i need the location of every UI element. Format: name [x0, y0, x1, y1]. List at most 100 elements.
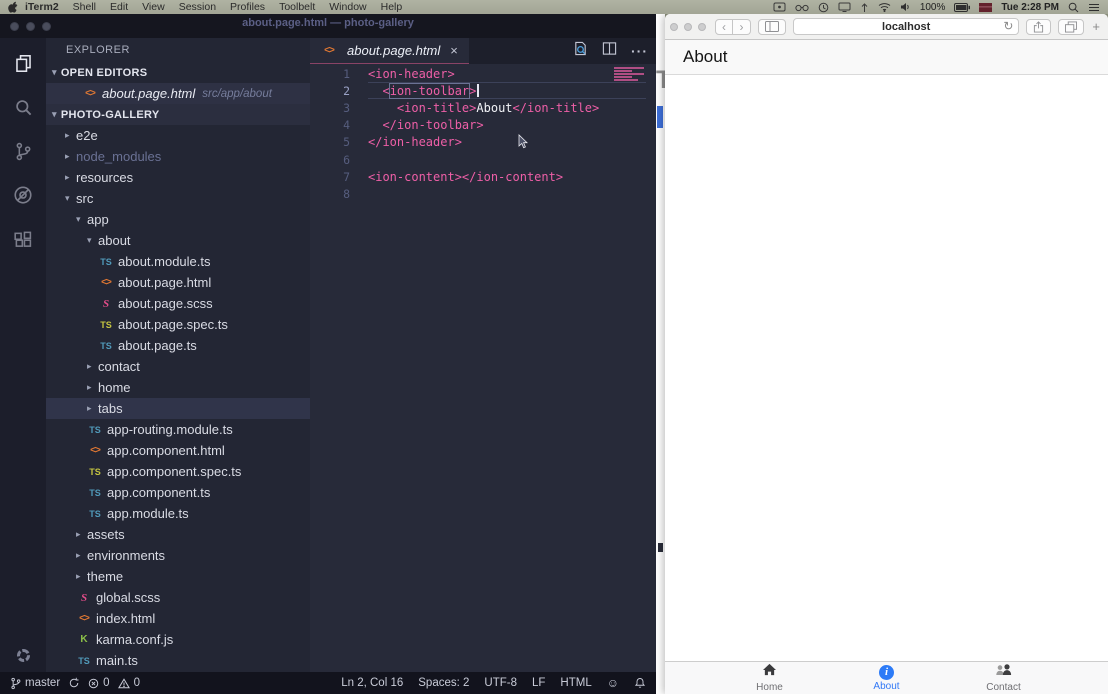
explorer-icon[interactable] — [12, 52, 34, 74]
tree-file-index.html[interactable]: <>index.html — [46, 608, 310, 629]
ionic-tab-home[interactable]: Home — [711, 662, 828, 694]
eol[interactable]: LF — [532, 677, 545, 689]
open-changes-icon[interactable] — [573, 41, 588, 61]
notification-center-icon[interactable] — [1088, 3, 1100, 12]
source-control-icon[interactable] — [12, 140, 34, 162]
tree-file-about.page.html[interactable]: <>about.page.html — [46, 272, 310, 293]
input-source-flag-icon[interactable] — [979, 3, 992, 12]
split-editor-icon[interactable] — [602, 41, 617, 61]
glasses-icon[interactable] — [795, 3, 809, 12]
apple-menu-icon[interactable] — [8, 1, 18, 13]
code-line-4[interactable]: 4 </ion-toolbar> — [310, 117, 656, 134]
battery-icon[interactable] — [954, 3, 970, 12]
open-editor-item[interactable]: <> about.page.html src/app/about — [46, 83, 310, 104]
code-line-2[interactable]: 2 <ion-toolbar> — [310, 82, 656, 99]
feedback-smiley-icon[interactable]: ☺ — [607, 676, 619, 690]
tree-folder-assets[interactable]: ▸assets — [46, 524, 310, 545]
tree-file-karma.conf.js[interactable]: Kkarma.conf.js — [46, 629, 310, 650]
vscode-titlebar[interactable]: about.page.html — photo-gallery — [0, 14, 656, 38]
extensions-icon[interactable] — [12, 228, 34, 250]
code-line-8[interactable]: 8 — [310, 185, 656, 202]
zoom-window-button[interactable] — [698, 23, 706, 31]
sync-button[interactable] — [68, 677, 80, 689]
sidebar-toggle-button[interactable] — [758, 19, 786, 35]
menubar-clock[interactable]: Tue 2:28 PM — [1001, 2, 1059, 13]
tree-file-app.component.ts[interactable]: TSapp.component.ts — [46, 482, 310, 503]
tree-folder-app[interactable]: ▾app — [46, 209, 310, 230]
tree-file-app-routing.module.ts[interactable]: TSapp-routing.module.ts — [46, 419, 310, 440]
close-tab-icon[interactable]: × — [450, 43, 458, 58]
time-machine-icon[interactable] — [818, 2, 829, 13]
notifications-bell-icon[interactable] — [634, 677, 646, 689]
ionic-tab-about[interactable]: iAbout — [828, 662, 945, 694]
wifi-icon[interactable] — [878, 2, 891, 12]
code-line-6[interactable]: 6 — [310, 151, 656, 168]
back-button[interactable]: ‹ — [715, 19, 733, 35]
language-mode[interactable]: HTML — [560, 677, 591, 689]
menu-item-help[interactable]: Help — [374, 1, 410, 13]
screen-recording-icon[interactable] — [773, 2, 786, 12]
search-icon[interactable] — [12, 96, 34, 118]
cursor-position[interactable]: Ln 2, Col 16 — [341, 677, 403, 689]
tree-folder-tabs[interactable]: ▸tabs — [46, 398, 310, 419]
tree-folder-environments[interactable]: ▸environments — [46, 545, 310, 566]
code-line-5[interactable]: 5</ion-header> — [310, 134, 656, 151]
menu-item-window[interactable]: Window — [322, 1, 373, 13]
tree-file-about.page.scss[interactable]: Sabout.page.scss — [46, 293, 310, 314]
minimize-window-button[interactable] — [684, 23, 692, 31]
close-window-button[interactable] — [670, 23, 678, 31]
menu-item-toolbelt[interactable]: Toolbelt — [272, 1, 322, 13]
tree-folder-home[interactable]: ▸home — [46, 377, 310, 398]
tree-file-app.module.ts[interactable]: TSapp.module.ts — [46, 503, 310, 524]
encoding[interactable]: UTF-8 — [484, 677, 517, 689]
code-line-1[interactable]: 1<ion-header> — [310, 65, 656, 82]
tree-folder-contact[interactable]: ▸contact — [46, 356, 310, 377]
tree-folder-src[interactable]: ▾src — [46, 188, 310, 209]
open-editors-section[interactable]: ▾ OPEN EDITORS — [46, 62, 310, 83]
errors-indicator[interactable]: 0 — [88, 677, 109, 689]
code-token: <ion-header> — [368, 67, 455, 81]
forward-button[interactable]: › — [733, 19, 751, 35]
menu-item-profiles[interactable]: Profiles — [223, 1, 272, 13]
tab-overview-button[interactable] — [1058, 19, 1084, 35]
reload-icon[interactable]: ↻ — [1003, 19, 1013, 33]
share-button[interactable] — [1026, 19, 1051, 35]
tree-folder-resources[interactable]: ▸resources — [46, 167, 310, 188]
background-dark-element — [658, 543, 663, 552]
menu-item-iterm2[interactable]: iTerm2 — [18, 1, 66, 13]
tree-file-app.component.html[interactable]: <>app.component.html — [46, 440, 310, 461]
tree-file-about.module.ts[interactable]: TSabout.module.ts — [46, 251, 310, 272]
tab-about-page-html[interactable]: <> about.page.html × — [310, 38, 469, 64]
new-tab-button[interactable]: + — [1091, 19, 1103, 34]
tree-file-global.scss[interactable]: Sglobal.scss — [46, 587, 310, 608]
display-icon[interactable] — [838, 2, 851, 12]
ionic-tab-contact[interactable]: Contact — [945, 662, 1062, 694]
code-line-7[interactable]: 7<ion-content></ion-content> — [310, 168, 656, 185]
tree-folder-theme[interactable]: ▸theme — [46, 566, 310, 587]
volume-icon[interactable] — [900, 2, 911, 12]
tree-folder-node_modules[interactable]: ▸node_modules — [46, 146, 310, 167]
more-actions-icon[interactable]: ··· — [631, 43, 648, 59]
git-branch-indicator[interactable]: master — [10, 677, 60, 690]
project-section[interactable]: ▾ PHOTO-GALLERY — [46, 104, 310, 125]
tree-folder-e2e[interactable]: ▸e2e — [46, 125, 310, 146]
tree-folder-about[interactable]: ▾about — [46, 230, 310, 251]
menu-item-shell[interactable]: Shell — [66, 1, 103, 13]
tree-file-main.ts[interactable]: TSmain.ts — [46, 650, 310, 671]
debug-disabled-icon[interactable] — [12, 184, 34, 206]
indentation[interactable]: Spaces: 2 — [418, 677, 469, 689]
code-line-3[interactable]: 3 <ion-title>About</ion-title> — [310, 99, 656, 116]
menu-item-session[interactable]: Session — [172, 1, 223, 13]
tree-file-about.page.ts[interactable]: TSabout.page.ts — [46, 335, 310, 356]
warnings-indicator[interactable]: 0 — [118, 677, 140, 689]
upload-icon[interactable] — [860, 2, 869, 13]
tree-file-app.component.spec.ts[interactable]: TSapp.component.spec.ts — [46, 461, 310, 482]
code-editor[interactable]: 1<ion-header>2 <ion-toolbar>3 <ion-title… — [310, 64, 656, 672]
spotlight-icon[interactable] — [1068, 2, 1079, 13]
address-bar[interactable]: localhost ↻ — [793, 18, 1019, 35]
menu-item-edit[interactable]: Edit — [103, 1, 135, 13]
safari-toolbar[interactable]: ‹ › localhost ↻ + — [665, 14, 1108, 40]
tree-file-about.page.spec.ts[interactable]: TSabout.page.spec.ts — [46, 314, 310, 335]
menu-item-view[interactable]: View — [135, 1, 172, 13]
settings-gear-icon[interactable] — [0, 649, 46, 662]
